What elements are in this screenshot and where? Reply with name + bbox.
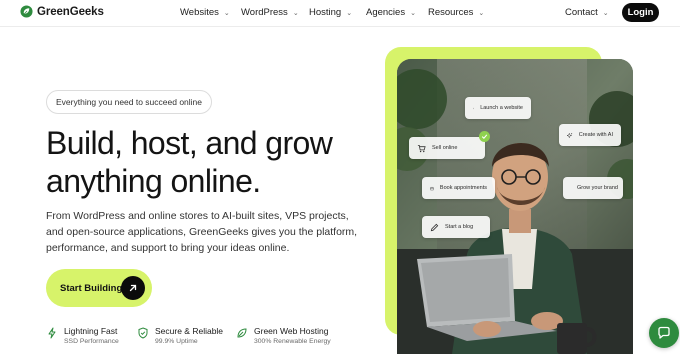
nav-item-contact[interactable]: Contact ⌄ xyxy=(565,7,609,18)
arrow-up-right-icon xyxy=(121,276,145,300)
hero-headline: Build, host, and grow anything online. xyxy=(46,124,376,200)
chip-book-appointments: Book appointments xyxy=(422,177,495,199)
calendar-icon xyxy=(430,186,434,190)
feature-title: Green Web Hosting xyxy=(254,326,329,336)
chip-create-with-ai: Create with AI xyxy=(559,124,621,146)
nav-label: WordPress xyxy=(241,7,288,18)
nav-label: Agencies xyxy=(366,7,406,18)
chip-start-blog: Start a blog xyxy=(422,216,490,238)
feature-green-hosting: Green Web Hosting 300% Renewable Energy xyxy=(236,326,331,345)
feature-title: Secure & Reliable xyxy=(155,326,224,336)
feature-secure-reliable: Secure & Reliable 99.9% Uptime xyxy=(137,326,223,345)
brand-logo[interactable]: GreenGeeks xyxy=(20,5,104,18)
brand-name: GreenGeeks xyxy=(37,5,104,18)
chat-button[interactable] xyxy=(649,318,679,348)
nav-item-hosting[interactable]: Hosting ⌄ xyxy=(309,7,352,18)
chip-label: Book appointments xyxy=(439,185,487,191)
top-navigation: GreenGeeks Websites ⌄ WordPress ⌄ Hostin… xyxy=(0,0,680,26)
sparkle-icon xyxy=(567,131,573,139)
nav-item-agencies[interactable]: Agencies ⌄ xyxy=(366,7,416,18)
headline-line-2: anything online. xyxy=(46,163,261,199)
chevron-down-icon: ⌄ xyxy=(478,9,485,17)
chat-bubble-icon xyxy=(658,326,670,339)
nav-divider xyxy=(0,26,680,27)
checkmark-icon xyxy=(479,131,490,142)
chevron-down-icon: ⌄ xyxy=(223,9,230,17)
feature-title: Lightning Fast xyxy=(64,326,118,336)
cart-icon xyxy=(417,144,426,152)
nav-label: Websites xyxy=(180,7,219,18)
chip-label: Grow your brand xyxy=(577,185,618,191)
headline-line-1: Build, host, and grow xyxy=(46,125,333,161)
pencil-icon xyxy=(430,223,439,231)
greengeeks-leaf-icon xyxy=(20,5,33,18)
login-button[interactable]: Login xyxy=(622,3,659,22)
feature-lightning-fast: Lightning Fast SSD Performance xyxy=(46,326,119,345)
chevron-down-icon: ⌄ xyxy=(346,9,353,17)
chip-grow-brand: Grow your brand xyxy=(563,177,623,199)
start-building-button[interactable]: Start Building xyxy=(46,269,152,307)
chevron-down-icon: ⌄ xyxy=(410,9,416,17)
chevron-down-icon: ⌄ xyxy=(292,9,299,17)
cta-label: Start Building xyxy=(60,282,123,294)
shield-check-icon xyxy=(138,327,148,339)
chip-launch-website: Launch a website xyxy=(465,97,531,119)
chip-label: Sell online xyxy=(432,145,458,151)
lightning-icon xyxy=(48,327,56,339)
chevron-down-icon: ⌄ xyxy=(602,9,609,17)
nav-label: Contact xyxy=(565,7,598,18)
chip-label: Create with AI xyxy=(578,132,613,138)
feature-subtitle: 300% Renewable Energy xyxy=(254,338,331,345)
monitor-icon xyxy=(473,107,475,109)
chip-sell-online: Sell online xyxy=(409,137,485,159)
nav-item-wordpress[interactable]: WordPress ⌄ xyxy=(241,7,299,18)
leaf-icon xyxy=(237,328,247,338)
chip-label: Start a blog xyxy=(445,224,474,230)
feature-subtitle: 99.9% Uptime xyxy=(155,338,198,345)
nav-label: Resources xyxy=(428,7,474,18)
nav-label: Hosting xyxy=(309,7,342,18)
hero-description: From WordPress and online stores to AI-b… xyxy=(46,210,358,254)
chip-label: Launch a website xyxy=(480,105,523,111)
hero-badge: Everything you need to succeed online xyxy=(46,90,213,114)
feature-subtitle: SSD Performance xyxy=(64,338,119,345)
nav-item-resources[interactable]: Resources ⌄ xyxy=(428,7,484,18)
nav-item-websites[interactable]: Websites ⌄ xyxy=(180,7,230,18)
